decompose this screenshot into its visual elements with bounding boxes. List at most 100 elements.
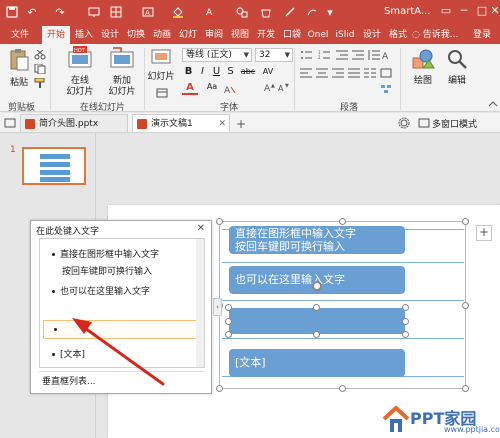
- layout-link[interactable]: 垂直框列表...: [42, 374, 96, 387]
- tab-view[interactable]: 视图: [228, 26, 252, 44]
- active-list-item[interactable]: [43, 320, 199, 339]
- tab-developer[interactable]: 开发: [254, 26, 278, 44]
- ink-icon[interactable]: [304, 4, 320, 20]
- tab-format[interactable]: 格式: [386, 26, 410, 44]
- copy-icon[interactable]: [34, 63, 46, 75]
- font-name-select[interactable]: 等线 (正文) ▼: [182, 48, 252, 62]
- resize-handle[interactable]: [339, 385, 346, 392]
- shape-handle[interactable]: [402, 318, 409, 325]
- layout-options-icon[interactable]: +: [476, 225, 492, 241]
- slide-thumbnail-1[interactable]: [22, 147, 86, 185]
- resize-handle[interactable]: [462, 385, 469, 392]
- doc-tab-presentation1[interactable]: 演示文稿1 ✕: [132, 114, 230, 132]
- resize-handle[interactable]: [216, 385, 223, 392]
- layout-icon[interactable]: [156, 88, 168, 98]
- doc-tab-intro[interactable]: 简介头图.pptx: [20, 114, 128, 132]
- sign-in-link[interactable]: 登录: [468, 26, 496, 44]
- scrollbar[interactable]: [196, 239, 204, 367]
- align-right-icon[interactable]: [332, 68, 344, 78]
- tab-design[interactable]: 设计: [98, 26, 122, 44]
- clear-format-icon[interactable]: A: [224, 84, 236, 96]
- decrease-indent-icon[interactable]: [336, 50, 348, 60]
- tab-animations[interactable]: 动画: [150, 26, 174, 44]
- start-slideshow-icon[interactable]: [86, 4, 102, 20]
- document-list-icon[interactable]: [4, 118, 16, 128]
- font-color-icon[interactable]: A: [202, 4, 218, 20]
- shrink-font-icon[interactable]: A ▼: [278, 82, 290, 93]
- align-center-icon[interactable]: [316, 68, 328, 78]
- window-icon[interactable]: [418, 117, 430, 128]
- resize-handle[interactable]: [462, 302, 469, 309]
- shape-handle[interactable]: [225, 304, 232, 311]
- new-slide-online-button[interactable]: 新加 幻灯片: [104, 46, 140, 98]
- tab-smartart-design[interactable]: 设计: [360, 26, 384, 44]
- bold-button[interactable]: B: [182, 66, 195, 77]
- resize-handle[interactable]: [216, 218, 223, 225]
- maximize-icon[interactable]: □: [474, 2, 490, 20]
- tab-slideshow[interactable]: 幻灯: [176, 26, 200, 44]
- list-item[interactable]: 直接在图形框中输入文字: [52, 247, 159, 260]
- tab-home[interactable]: 开始: [42, 26, 70, 44]
- shape-handle[interactable]: [313, 304, 320, 311]
- text-direction-icon[interactable]: A: [380, 50, 392, 62]
- settings-icon[interactable]: [398, 117, 410, 129]
- shape-handle[interactable]: [402, 304, 409, 311]
- spacing-button[interactable]: AV: [260, 67, 276, 76]
- ribbon-options-icon[interactable]: ▭: [438, 2, 454, 20]
- shape-handle[interactable]: [402, 331, 409, 338]
- shadow-button[interactable]: S: [224, 66, 237, 77]
- list-item[interactable]: [文本]: [52, 347, 85, 360]
- multi-window-toggle[interactable]: 多窗口模式: [432, 117, 477, 130]
- convert-smartart-icon[interactable]: [380, 84, 392, 94]
- list-item[interactable]: 也可以在这里输入文字: [52, 284, 150, 297]
- numbering-icon[interactable]: 12: [318, 50, 330, 60]
- list-item-continuation[interactable]: 按回车键即可换行输入: [62, 264, 152, 277]
- undo-icon[interactable]: ↶: [24, 4, 40, 20]
- tab-islide[interactable]: iSlid: [332, 26, 358, 44]
- tab-file[interactable]: 文件: [6, 26, 34, 44]
- collapse-ribbon-icon[interactable]: [488, 100, 500, 110]
- paint-bucket-icon[interactable]: [170, 4, 186, 20]
- editing-button[interactable]: 编辑: [442, 48, 472, 87]
- justify-icon[interactable]: [348, 68, 360, 78]
- rotate-handle-icon[interactable]: [312, 281, 322, 291]
- font-color-button[interactable]: A: [182, 82, 198, 95]
- tell-me-search[interactable]: ◌ 告诉我...: [412, 26, 464, 44]
- customize-toolbar-icon[interactable]: ▾: [322, 4, 338, 20]
- tab-onekey[interactable]: Onel: [306, 26, 330, 44]
- online-slides-button[interactable]: HOT 在线 幻灯片: [62, 46, 98, 98]
- strikethrough-button[interactable]: abc: [238, 67, 258, 76]
- smartart-box-4[interactable]: [文本]: [229, 349, 405, 377]
- text-pane-toggle[interactable]: ‹: [213, 298, 222, 316]
- line-spacing-icon[interactable]: [368, 50, 380, 60]
- text-box-icon[interactable]: A: [140, 4, 156, 20]
- underline-button[interactable]: U: [210, 66, 223, 77]
- drawing-button[interactable]: 绘图: [408, 48, 438, 87]
- cut-icon[interactable]: [34, 49, 46, 60]
- minimize-icon[interactable]: ─: [456, 2, 472, 20]
- close-icon[interactable]: ✕: [490, 2, 500, 20]
- tab-review[interactable]: 审阅: [202, 26, 226, 44]
- tab-transitions[interactable]: 切换: [124, 26, 148, 44]
- change-case-button[interactable]: Aa: [204, 82, 220, 91]
- resize-handle[interactable]: [462, 218, 469, 225]
- italic-button[interactable]: I: [196, 66, 209, 77]
- tab-pocket[interactable]: 口袋: [280, 26, 304, 44]
- shape-handle[interactable]: [225, 318, 232, 325]
- slides-button[interactable]: 幻灯片: [146, 48, 176, 83]
- pen-icon[interactable]: [282, 4, 298, 20]
- resize-handle[interactable]: [339, 218, 346, 225]
- text-pane-editor[interactable]: 直接在图形框中输入文字 按回车键即可换行输入 也可以在这里输入文字 [文本]: [39, 238, 205, 368]
- close-tab-icon[interactable]: ✕: [218, 115, 226, 133]
- align-text-icon[interactable]: [380, 68, 392, 78]
- redo-icon[interactable]: ↷: [52, 4, 68, 20]
- columns-icon[interactable]: [364, 68, 376, 78]
- shapes-icon[interactable]: [234, 4, 250, 20]
- increase-indent-icon[interactable]: [352, 50, 364, 60]
- format-painter-icon[interactable]: [34, 77, 46, 88]
- smartart-box-1[interactable]: 直接在图形框中输入文字 按回车键即可换行输入: [229, 226, 405, 254]
- bullets-icon[interactable]: [300, 50, 312, 60]
- new-tab-icon[interactable]: +: [236, 117, 248, 131]
- grow-font-icon[interactable]: A ▲: [264, 82, 276, 94]
- font-size-select[interactable]: 32 ▼: [255, 48, 293, 62]
